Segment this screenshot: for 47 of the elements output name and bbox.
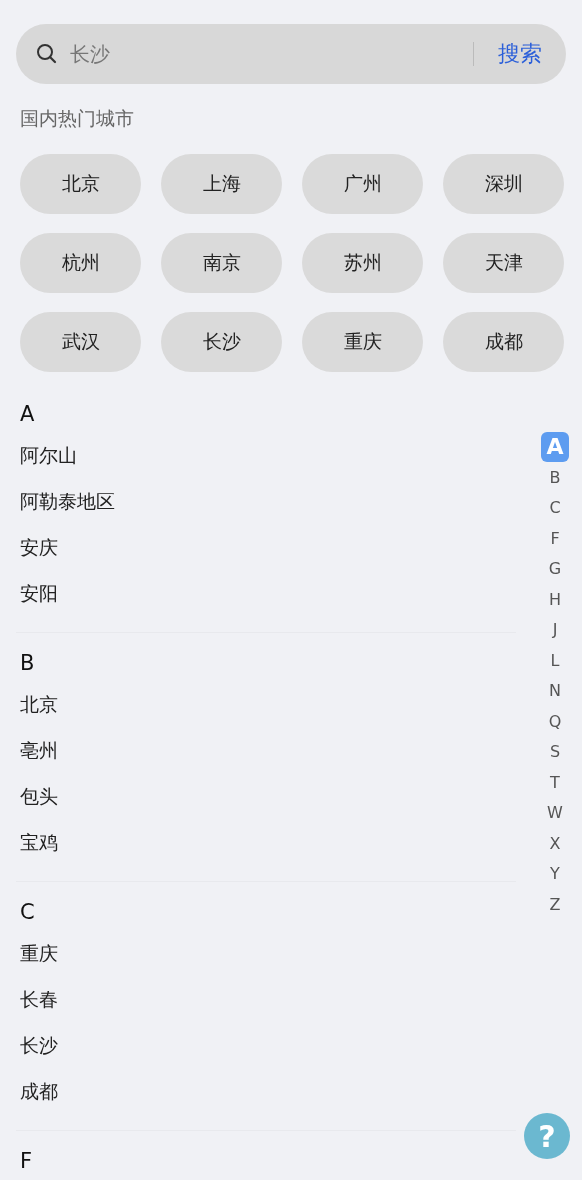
city-chip[interactable]: 重庆: [302, 312, 423, 372]
city-item[interactable]: 阿尔山: [20, 432, 512, 478]
letter-heading: A: [20, 401, 36, 428]
city-item[interactable]: 重庆: [20, 930, 512, 976]
city-item[interactable]: 安阳: [20, 570, 512, 616]
city-chip[interactable]: 北京: [20, 154, 141, 214]
index-letter[interactable]: B: [549, 462, 561, 493]
index-letter[interactable]: Q: [548, 706, 562, 737]
city-chip[interactable]: 上海: [161, 154, 282, 214]
city-chip[interactable]: 杭州: [20, 233, 141, 293]
city-item[interactable]: 包头: [20, 773, 512, 819]
letter-heading: C: [20, 899, 36, 926]
letter-heading: B: [20, 650, 36, 677]
index-letter[interactable]: C: [549, 493, 561, 524]
index-letter[interactable]: S: [549, 737, 561, 768]
city-chip[interactable]: 南京: [161, 233, 282, 293]
index-letter[interactable]: Y: [550, 859, 560, 890]
city-chip[interactable]: 广州: [302, 154, 423, 214]
index-letter[interactable]: J: [552, 615, 558, 646]
search-icon: [36, 43, 58, 65]
city-item[interactable]: 长沙: [20, 1022, 512, 1068]
search-field[interactable]: 长沙 搜索: [16, 24, 566, 84]
city-chip[interactable]: 武汉: [20, 312, 141, 372]
index-letter[interactable]: G: [548, 554, 562, 585]
city-chip[interactable]: 深圳: [443, 154, 564, 214]
city-chip[interactable]: 成都: [443, 312, 564, 372]
city-item[interactable]: 长春: [20, 976, 512, 1022]
letter-heading: F: [20, 1148, 34, 1175]
index-letter[interactable]: H: [549, 584, 561, 615]
index-letter[interactable]: W: [547, 798, 563, 829]
index-letter[interactable]: F: [550, 523, 560, 554]
city-chip[interactable]: 长沙: [161, 312, 282, 372]
city-chip[interactable]: 天津: [443, 233, 564, 293]
index-letter[interactable]: N: [549, 676, 561, 707]
index-letter[interactable]: Z: [549, 889, 561, 920]
section-title: 国内热门城市: [20, 106, 135, 131]
city-item[interactable]: 宝鸡: [20, 819, 512, 865]
index-letter[interactable]: T: [550, 767, 560, 798]
index-letter[interactable]: L: [550, 645, 560, 676]
index-letter[interactable]: X: [549, 828, 561, 859]
city-chip[interactable]: 苏州: [302, 233, 423, 293]
search-button[interactable]: 搜索: [486, 39, 550, 69]
city-item[interactable]: 北京: [20, 681, 512, 727]
city-item[interactable]: 阿勒泰地区: [20, 478, 512, 524]
city-item[interactable]: 安庆: [20, 524, 512, 570]
city-item[interactable]: 成都: [20, 1068, 512, 1114]
city-item[interactable]: 亳州: [20, 727, 512, 773]
